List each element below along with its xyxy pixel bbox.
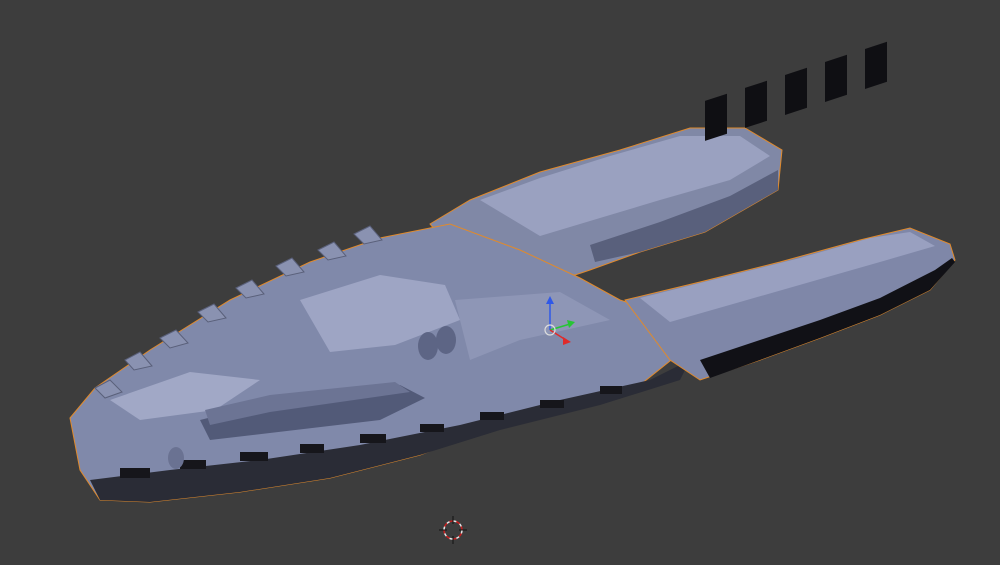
3d-cursor-icon[interactable] xyxy=(439,516,467,544)
spaceship-model[interactable] xyxy=(69,41,956,503)
3d-viewport[interactable] xyxy=(0,0,1000,565)
viewport-canvas[interactable] xyxy=(0,0,1000,565)
lower-arm-panels xyxy=(705,41,887,141)
